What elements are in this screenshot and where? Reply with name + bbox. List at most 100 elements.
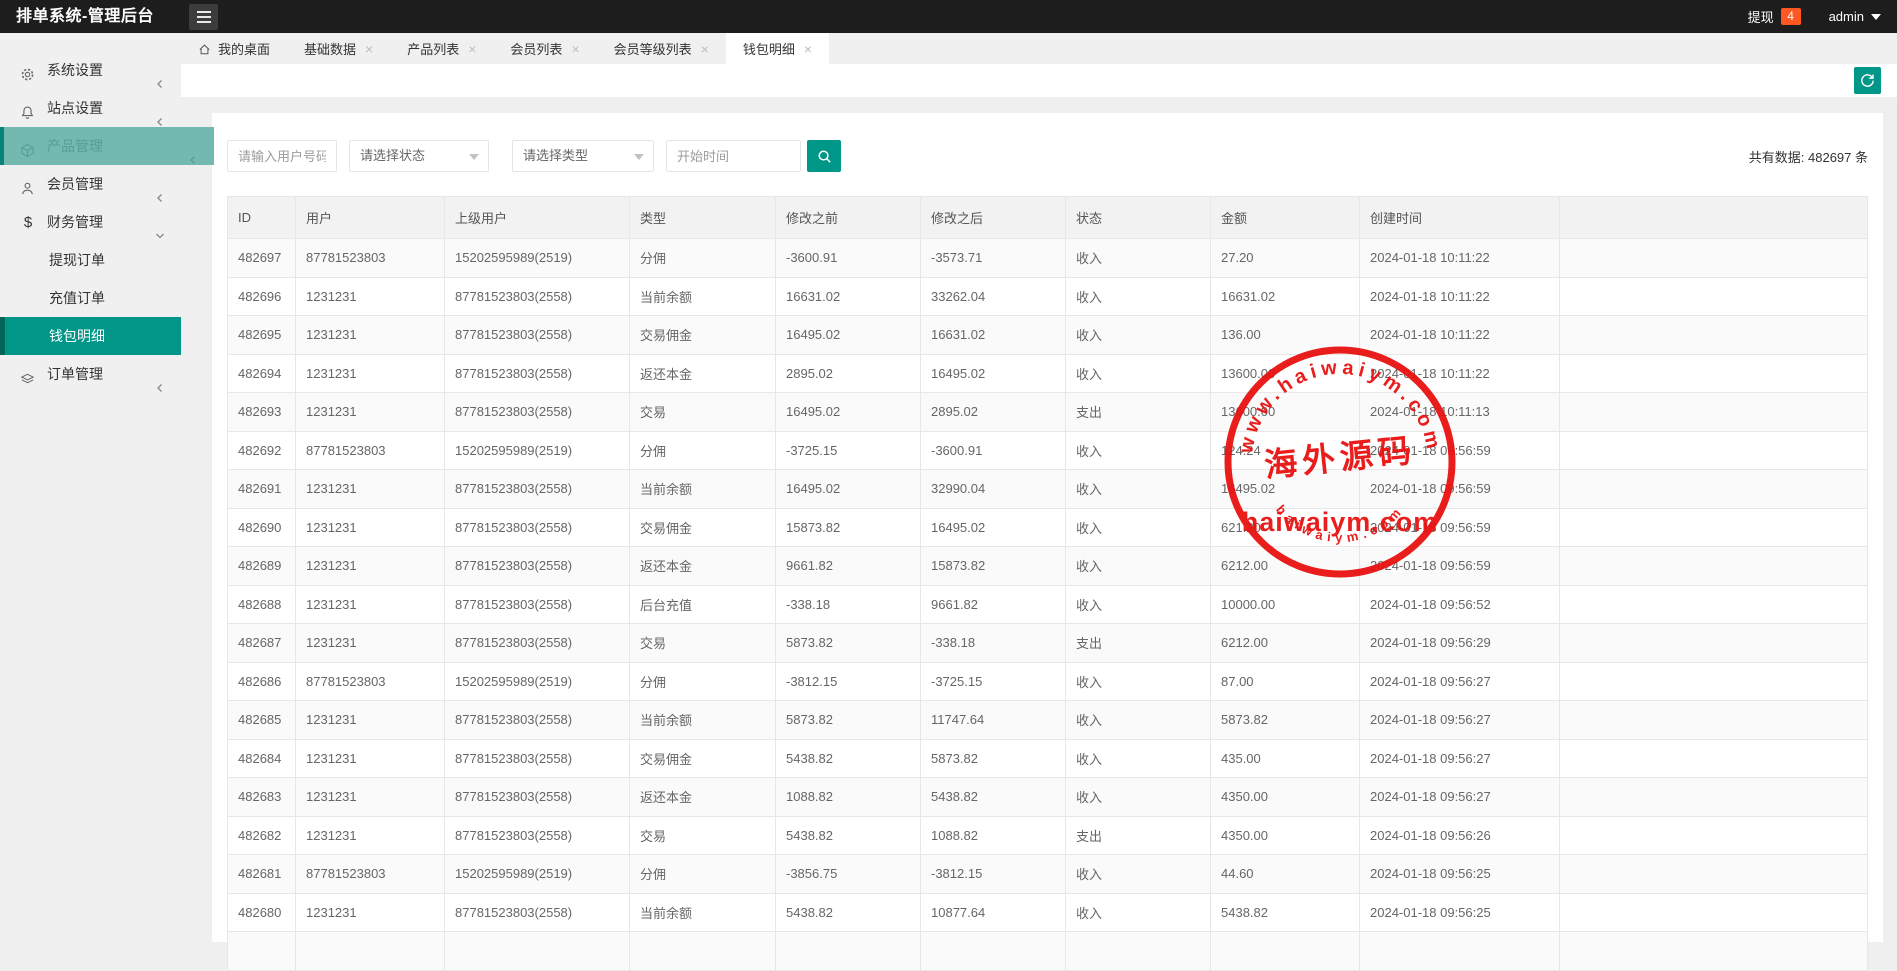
table-cell: 15873.82 xyxy=(921,547,1066,586)
refresh-button[interactable] xyxy=(1854,67,1881,94)
table-cell: 10000.00 xyxy=(1211,585,1360,624)
table-cell xyxy=(1560,585,1868,624)
table-cell: 2024-01-18 09:56:26 xyxy=(1360,816,1560,855)
table-cell: 482690 xyxy=(228,508,296,547)
table-cell: 482680 xyxy=(228,893,296,932)
table-cell xyxy=(296,932,445,971)
table-cell: 13600.00 xyxy=(1211,393,1360,432)
type-select[interactable]: 请选择类型 xyxy=(512,140,654,172)
table-cell: 482684 xyxy=(228,739,296,778)
table-cell: 交易佣金 xyxy=(630,316,776,355)
sidebar-item-system-settings[interactable]: 系统设置 xyxy=(0,51,181,89)
withdraw-label: 提现 xyxy=(1748,7,1774,26)
table-cell: 收入 xyxy=(1066,470,1211,509)
table-cell: 16495.02 xyxy=(776,470,921,509)
table-cell: 482694 xyxy=(228,354,296,393)
user-number-input[interactable] xyxy=(227,140,337,172)
sidebar-item-finance-management[interactable]: $财务管理 xyxy=(0,203,181,241)
table-row: 4826978778152380315202595989(2519)分佣-360… xyxy=(228,239,1868,278)
table-cell: 收入 xyxy=(1066,778,1211,817)
table-cell: 482685 xyxy=(228,701,296,740)
user-menu[interactable]: admin xyxy=(1829,9,1881,24)
sidebar-item-member-management[interactable]: 会员管理 xyxy=(0,165,181,203)
table-cell: 5873.82 xyxy=(776,624,921,663)
table-cell: 收入 xyxy=(1066,316,1211,355)
close-icon[interactable]: × xyxy=(571,42,579,56)
table-cell: -3725.15 xyxy=(921,662,1066,701)
table-row: 482689123123187781523803(2558)返还本金9661.8… xyxy=(228,547,1868,586)
table-cell: 87781523803(2558) xyxy=(445,739,630,778)
withdraw-link[interactable]: 提现 4 xyxy=(1748,7,1801,26)
table-cell: 87781523803(2558) xyxy=(445,816,630,855)
table-cell: 5438.82 xyxy=(776,739,921,778)
table-cell: 1231231 xyxy=(296,508,445,547)
table-cell: 482689 xyxy=(228,547,296,586)
table-cell: 15202595989(2519) xyxy=(445,239,630,278)
search-button[interactable] xyxy=(807,140,841,172)
close-icon[interactable]: × xyxy=(701,42,709,56)
tab-member-level-list[interactable]: 会员等级列表 × xyxy=(597,33,726,64)
table-cell: 返还本金 xyxy=(630,547,776,586)
table-cell: -3812.15 xyxy=(921,855,1066,894)
close-icon[interactable]: × xyxy=(365,42,373,56)
table-cell: -338.18 xyxy=(921,624,1066,663)
table-cell: 87781523803(2558) xyxy=(445,508,630,547)
sidebar-item-order-management[interactable]: 订单管理 xyxy=(0,355,181,393)
tab-product-list[interactable]: 产品列表 × xyxy=(390,33,493,64)
tab-member-list[interactable]: 会员列表 × xyxy=(493,33,596,64)
table-cell: 87781523803(2558) xyxy=(445,778,630,817)
bell-icon xyxy=(20,92,36,130)
caret-down-icon xyxy=(469,154,479,160)
table-cell xyxy=(1211,932,1360,971)
table-cell: 2024-01-18 09:56:59 xyxy=(1360,547,1560,586)
table-cell: 2024-01-18 09:56:25 xyxy=(1360,893,1560,932)
table-cell xyxy=(1066,932,1211,971)
chevron-down-icon xyxy=(154,216,166,254)
table-cell xyxy=(1560,855,1868,894)
sidebar-item-product-management[interactable]: 产品管理 xyxy=(0,127,214,165)
username: admin xyxy=(1829,9,1864,24)
table-cell: 16495.02 xyxy=(921,354,1066,393)
sidebar-toggle-button[interactable] xyxy=(189,4,218,30)
close-icon[interactable]: × xyxy=(468,42,476,56)
sidebar-item-site-settings[interactable]: 站点设置 xyxy=(0,89,181,127)
table-cell: 621.20 xyxy=(1211,508,1360,547)
tab-basic-data[interactable]: 基础数据 × xyxy=(287,33,390,64)
table-cell: 4350.00 xyxy=(1211,778,1360,817)
table-cell: 收入 xyxy=(1066,739,1211,778)
table-cell xyxy=(1560,431,1868,470)
sidebar-item-recharge-orders[interactable]: 充值订单 xyxy=(0,279,181,317)
tab-label: 会员等级列表 xyxy=(614,39,692,58)
table-cell: 16495.02 xyxy=(776,316,921,355)
home-icon xyxy=(198,41,211,56)
table-cell: 2024-01-18 09:56:29 xyxy=(1360,624,1560,663)
status-select[interactable]: 请选择状态 xyxy=(349,140,489,172)
table-cell: 87781523803(2558) xyxy=(445,354,630,393)
table-cell: 33262.04 xyxy=(921,277,1066,316)
refresh-icon xyxy=(1859,72,1876,89)
table-cell: 1231231 xyxy=(296,277,445,316)
table-cell: 支出 xyxy=(1066,816,1211,855)
table-cell: -338.18 xyxy=(776,585,921,624)
table-cell: 1231231 xyxy=(296,585,445,624)
start-time-input[interactable] xyxy=(666,140,801,172)
table-cell: 482688 xyxy=(228,585,296,624)
sidebar-item-wallet-details[interactable]: 钱包明细 xyxy=(0,317,181,355)
table-cell: 1231231 xyxy=(296,816,445,855)
table-cell: 2895.02 xyxy=(921,393,1066,432)
table-cell: 16631.02 xyxy=(921,316,1066,355)
table-cell xyxy=(1560,547,1868,586)
table-row: 4826868778152380315202595989(2519)分佣-381… xyxy=(228,662,1868,701)
table-cell: 收入 xyxy=(1066,277,1211,316)
hamburger-icon xyxy=(197,11,211,13)
sidebar-item-label: 站点设置 xyxy=(47,100,103,116)
tab-my-desktop[interactable]: 我的桌面 xyxy=(181,33,287,64)
tab-wallet-details[interactable]: 钱包明细 × xyxy=(726,33,829,64)
table-cell: 交易 xyxy=(630,816,776,855)
table-cell: -3600.91 xyxy=(776,239,921,278)
close-icon[interactable]: × xyxy=(804,42,812,56)
table-cell: 32990.04 xyxy=(921,470,1066,509)
table-cell: 2895.02 xyxy=(776,354,921,393)
table-cell xyxy=(1560,816,1868,855)
user-icon xyxy=(20,168,36,206)
